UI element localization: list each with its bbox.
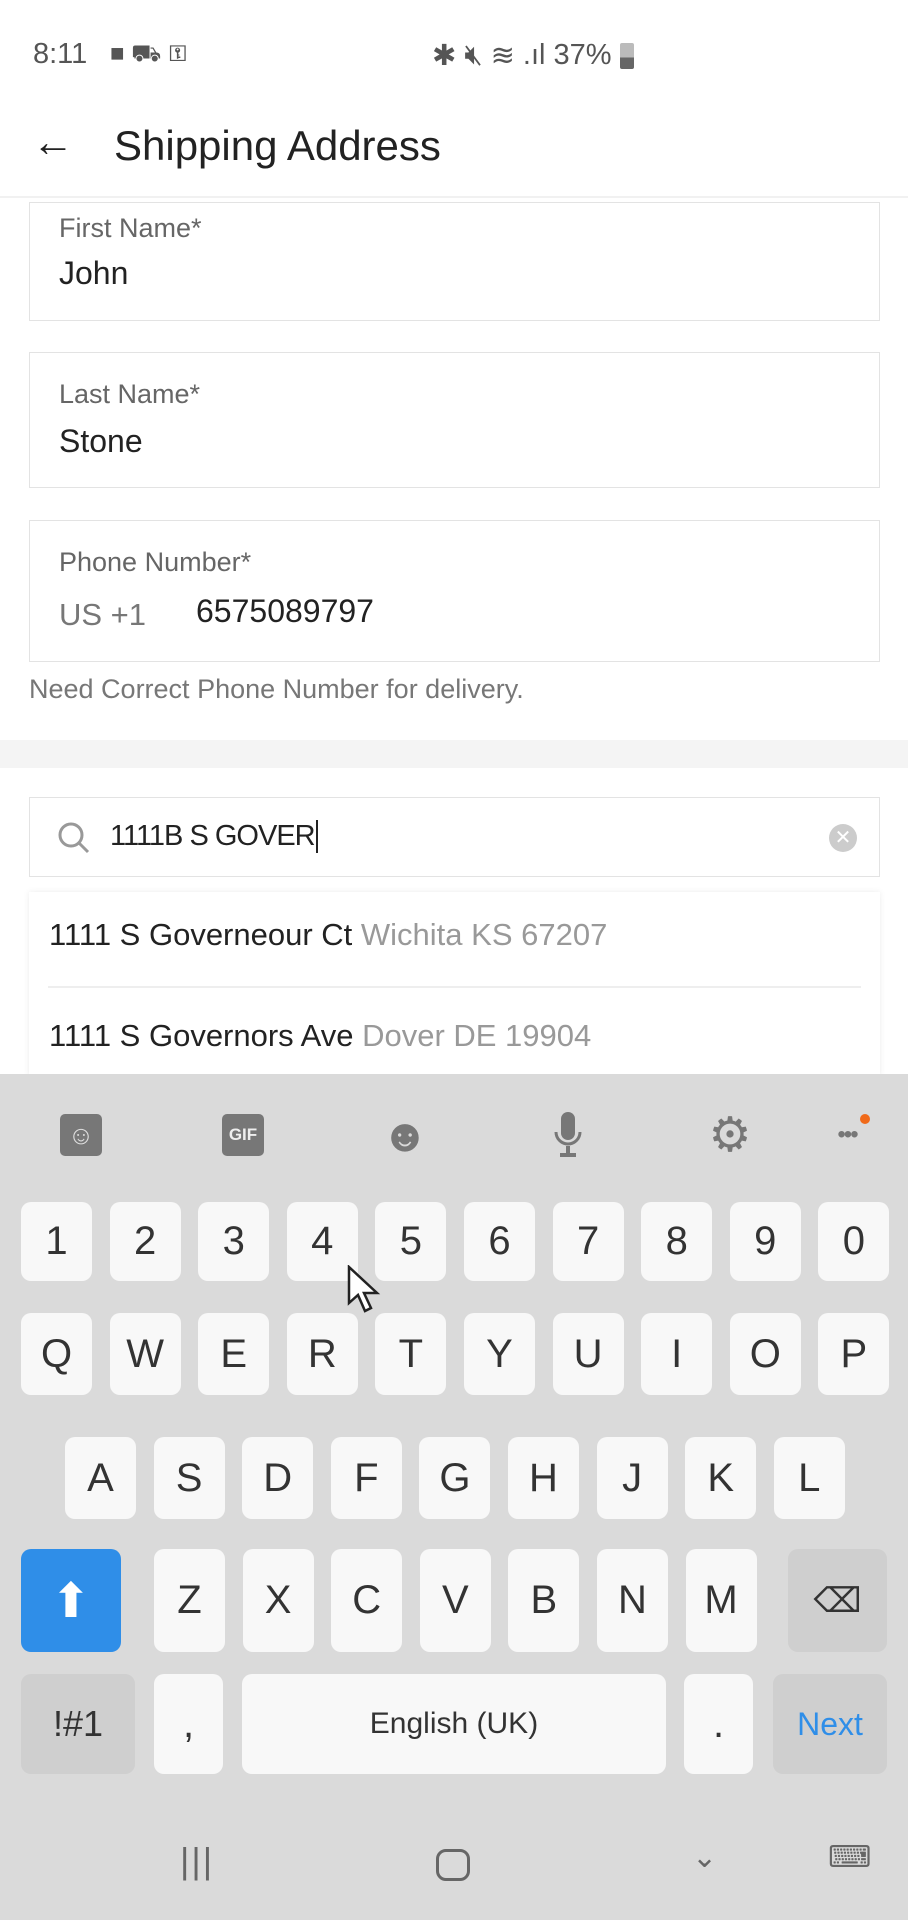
search-value[interactable]: 1111B S GOVER bbox=[110, 820, 318, 853]
status-bar: 8:11 ■ ⛟ ⚿ ✱ 🔇︎ ≋ .ıl 37% bbox=[0, 36, 908, 76]
key-i[interactable]: I bbox=[641, 1313, 713, 1395]
comma-key[interactable]: , bbox=[154, 1674, 223, 1774]
space-key[interactable]: English (UK) bbox=[242, 1674, 666, 1774]
home-button[interactable] bbox=[436, 1849, 470, 1881]
emoji-icon[interactable]: ☻ bbox=[380, 1109, 430, 1161]
key-9[interactable]: 9 bbox=[729, 1202, 801, 1281]
phone-helper-text: Need Correct Phone Number for delivery. bbox=[29, 674, 524, 704]
key-b[interactable]: B bbox=[508, 1549, 580, 1652]
key-p[interactable]: P bbox=[818, 1313, 890, 1395]
recents-button[interactable]: ||| bbox=[180, 1840, 214, 1882]
mouse-cursor-icon bbox=[347, 1265, 381, 1313]
key-c[interactable]: C bbox=[331, 1549, 403, 1652]
suggestion-list: 1111 S Governeour Ct Wichita KS 67207 11… bbox=[29, 892, 880, 1078]
key-y[interactable]: Y bbox=[464, 1313, 535, 1395]
key-l[interactable]: L bbox=[773, 1437, 845, 1519]
gif-button[interactable]: GIF bbox=[218, 1110, 268, 1160]
key-6[interactable]: 6 bbox=[464, 1202, 535, 1281]
key-3[interactable]: 3 bbox=[198, 1202, 270, 1281]
key-s[interactable]: S bbox=[153, 1437, 225, 1519]
keyboard-switch-icon[interactable]: ⌨ bbox=[828, 1840, 871, 1875]
key-8[interactable]: 8 bbox=[641, 1202, 713, 1281]
key-v[interactable]: V bbox=[419, 1549, 491, 1652]
last-name-field[interactable]: Last Name* Stone bbox=[29, 352, 880, 488]
settings-icon[interactable]: ⚙ bbox=[705, 1109, 755, 1162]
first-name-label: First Name* bbox=[59, 213, 202, 243]
backspace-key[interactable]: ⌫ bbox=[788, 1549, 887, 1652]
wifi-icon: ≋ bbox=[490, 40, 515, 72]
key-7[interactable]: 7 bbox=[552, 1202, 624, 1281]
key-f[interactable]: F bbox=[330, 1437, 402, 1519]
section-divider bbox=[0, 740, 908, 768]
back-arrow-icon[interactable]: ← bbox=[32, 118, 74, 166]
key-u[interactable]: U bbox=[552, 1313, 624, 1395]
sticker-icon[interactable]: ☺ bbox=[56, 1110, 106, 1160]
key-1[interactable]: 1 bbox=[21, 1202, 92, 1281]
key-n[interactable]: N bbox=[597, 1549, 668, 1652]
phone-value[interactable]: 6575089797 bbox=[196, 593, 374, 630]
period-key[interactable]: . bbox=[684, 1674, 753, 1774]
key-w[interactable]: W bbox=[109, 1313, 181, 1395]
page-title: Shipping Address bbox=[114, 122, 441, 169]
suggestion-city: Dover DE 19904 bbox=[362, 1018, 592, 1053]
symbols-key[interactable]: !#1 bbox=[21, 1674, 135, 1774]
suggestion-street: 1111 S Governeour Ct bbox=[49, 917, 353, 952]
suggestion-item[interactable]: 1111 S Governors Ave Dover DE 19904 bbox=[49, 1018, 591, 1054]
key-d[interactable]: D bbox=[242, 1437, 314, 1519]
suggestion-item[interactable]: 1111 S Governeour Ct Wichita KS 67207 bbox=[49, 917, 607, 953]
battery-text: 37% bbox=[553, 39, 612, 71]
search-icon bbox=[58, 822, 90, 854]
key-5[interactable]: 5 bbox=[375, 1202, 447, 1281]
battery-icon bbox=[619, 42, 634, 69]
address-search-input[interactable]: 1111B S GOVER ✕ bbox=[29, 797, 880, 877]
mute-icon: 🔇︎ bbox=[464, 39, 483, 71]
header-divider bbox=[0, 196, 908, 198]
status-time: 8:11 bbox=[33, 38, 88, 70]
next-key[interactable]: Next bbox=[773, 1674, 887, 1774]
suggestion-divider bbox=[48, 986, 861, 988]
shift-key[interactable]: ⬆ bbox=[21, 1549, 121, 1652]
key-j[interactable]: J bbox=[596, 1437, 668, 1519]
key-t[interactable]: T bbox=[375, 1313, 447, 1395]
key-2[interactable]: 2 bbox=[109, 1202, 181, 1281]
notification-dot bbox=[860, 1114, 870, 1124]
phone-label: Phone Number* bbox=[59, 547, 252, 577]
key-r[interactable]: R bbox=[286, 1313, 358, 1395]
key-k[interactable]: K bbox=[685, 1437, 757, 1519]
suggestion-city: Wichita KS 67207 bbox=[360, 917, 608, 952]
key-g[interactable]: G bbox=[419, 1437, 491, 1519]
first-name-value[interactable]: John bbox=[59, 255, 128, 292]
key-q[interactable]: Q bbox=[21, 1313, 92, 1395]
hide-keyboard-button[interactable]: ⌄ bbox=[692, 1840, 717, 1875]
last-name-value[interactable]: Stone bbox=[59, 423, 143, 460]
microphone-icon[interactable] bbox=[543, 1110, 593, 1160]
bluetooth-icon: ✱ bbox=[432, 40, 457, 72]
signal-icon: .ıl bbox=[522, 39, 546, 71]
key-m[interactable]: M bbox=[685, 1549, 757, 1652]
more-icon[interactable]: ••• bbox=[822, 1110, 872, 1160]
key-z[interactable]: Z bbox=[154, 1549, 225, 1652]
key-h[interactable]: H bbox=[508, 1437, 579, 1519]
status-right: ✱ 🔇︎ ≋ .ıl 37% bbox=[432, 38, 634, 73]
key-e[interactable]: E bbox=[198, 1313, 270, 1395]
last-name-label: Last Name* bbox=[59, 379, 201, 409]
phone-field[interactable]: Phone Number* US +1 6575089797 bbox=[29, 520, 880, 662]
country-code[interactable]: US +1 bbox=[59, 597, 146, 633]
first-name-field[interactable]: First Name* John bbox=[29, 202, 880, 321]
status-notification-icons: ■ ⛟ ⚿ bbox=[110, 40, 188, 67]
clear-icon[interactable]: ✕ bbox=[829, 824, 857, 852]
key-x[interactable]: X bbox=[242, 1549, 314, 1652]
key-o[interactable]: O bbox=[729, 1313, 801, 1395]
suggestion-street: 1111 S Governors Ave bbox=[49, 1018, 354, 1053]
key-0[interactable]: 0 bbox=[818, 1202, 890, 1281]
key-a[interactable]: A bbox=[65, 1437, 136, 1519]
